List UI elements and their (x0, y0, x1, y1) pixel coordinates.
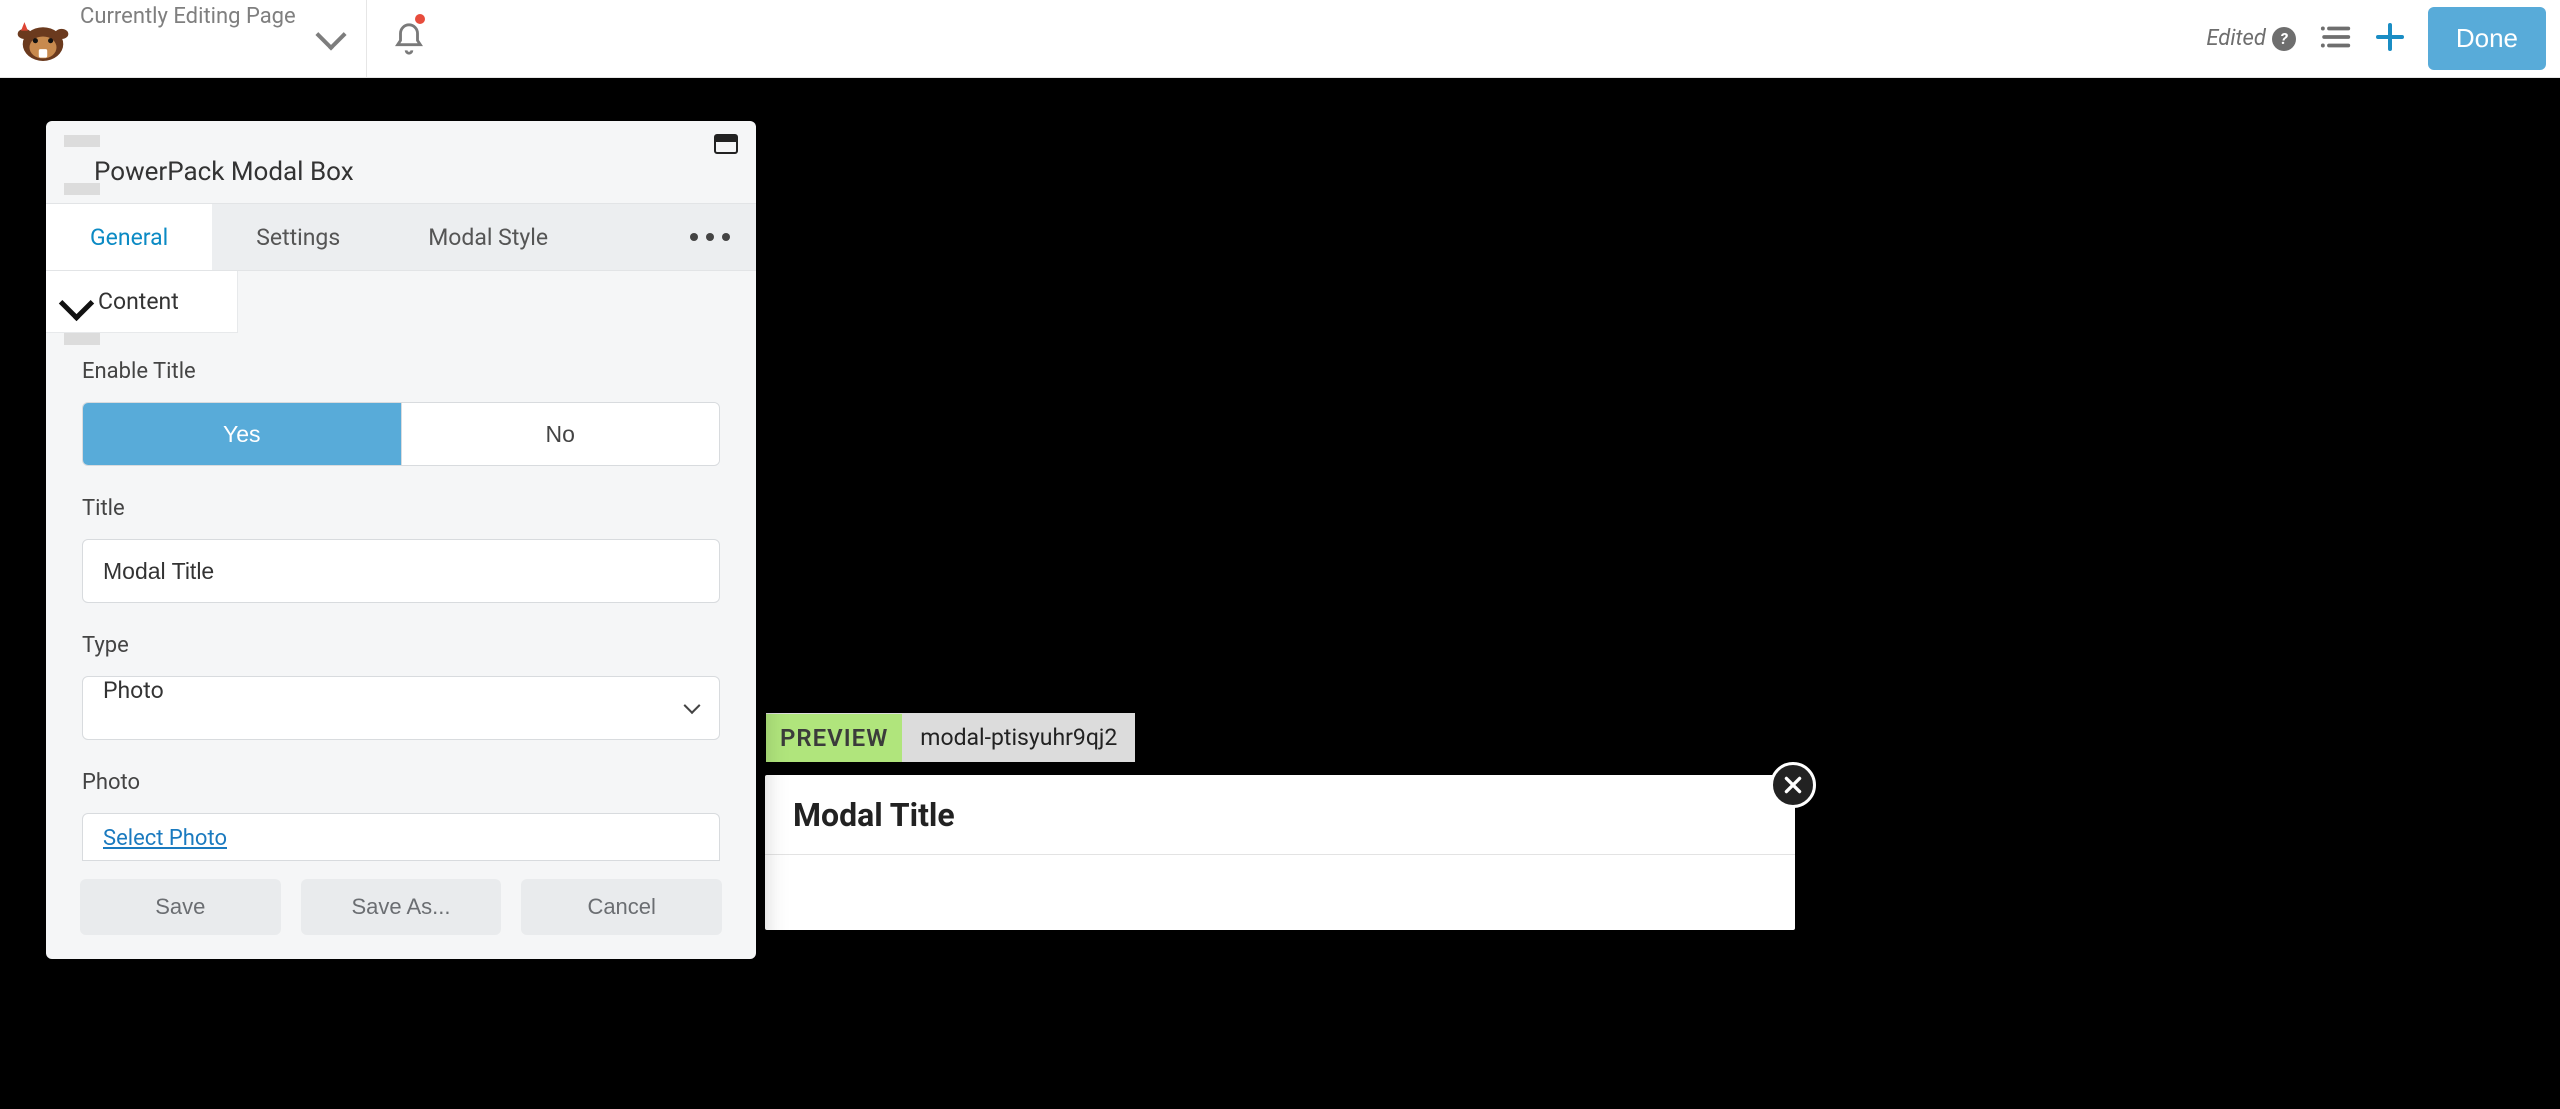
notification-dot-icon (415, 14, 425, 24)
field-label: Type (82, 633, 720, 658)
save-as-button[interactable]: Save As... (301, 879, 502, 935)
drag-handle-icon[interactable] (64, 135, 100, 147)
modal-preview-body (765, 855, 1795, 930)
tab-more-button[interactable] (664, 204, 756, 270)
modal-preview-title: Modal Title (793, 796, 955, 834)
outline-button[interactable] (2318, 20, 2352, 58)
tab-general[interactable]: General (46, 204, 212, 270)
modal-close-button[interactable] (1770, 762, 1816, 808)
page-dropdown-toggle[interactable] (296, 0, 366, 78)
panel-body[interactable]: Enable Title Yes No Title Type Photo Pho… (46, 355, 756, 871)
tab-modal-style[interactable]: Modal Style (384, 204, 592, 270)
panel-actions: Save Save As... Cancel (46, 871, 756, 959)
type-select[interactable]: Photo (82, 676, 720, 740)
preview-badge: PREVIEW (766, 714, 902, 762)
field-label: Photo (82, 770, 720, 795)
section-content-toggle[interactable]: Content (46, 271, 238, 333)
field-photo: Photo Select Photo (82, 770, 720, 861)
field-type: Type Photo (82, 633, 720, 740)
save-button[interactable]: Save (80, 879, 281, 935)
field-title: Title (82, 496, 720, 603)
drag-handle-icon (46, 333, 756, 355)
section-label: Content (98, 288, 179, 315)
enable-title-no[interactable]: No (401, 403, 720, 465)
modal-preview-header: Modal Title (765, 775, 1795, 855)
help-icon[interactable]: ? (2272, 27, 2296, 51)
top-bar-right: Edited ? Done (2206, 0, 2560, 77)
enable-title-toggle: Yes No (82, 402, 720, 466)
tab-settings[interactable]: Settings (212, 204, 384, 270)
panel-header[interactable]: PowerPack Modal Box (46, 121, 756, 203)
panel-tabs: General Settings Modal Style (46, 203, 756, 271)
edited-indicator: Edited ? (2206, 26, 2295, 51)
drag-handle-icon[interactable] (64, 183, 100, 195)
chevron-down-icon (62, 289, 88, 315)
module-settings-panel: PowerPack Modal Box General Settings Mod… (46, 121, 756, 959)
field-label: Enable Title (82, 359, 720, 384)
done-button[interactable]: Done (2428, 7, 2546, 70)
enable-title-yes[interactable]: Yes (83, 403, 401, 465)
modal-preview: Modal Title (765, 775, 1795, 930)
field-enable-title: Enable Title Yes No (82, 359, 720, 466)
top-bar: Currently Editing Page Edited ? (0, 0, 2560, 78)
notifications-button[interactable] (367, 0, 451, 77)
photo-select-box: Select Photo (82, 813, 720, 861)
beaver-logo-icon (14, 14, 72, 64)
preview-id: modal-ptisyuhr9qj2 (902, 724, 1135, 751)
field-label: Title (82, 496, 720, 521)
edited-label: Edited (2206, 26, 2265, 51)
top-bar-left: Currently Editing Page (0, 0, 296, 77)
ellipsis-icon (690, 233, 730, 241)
cancel-button[interactable]: Cancel (521, 879, 722, 935)
select-photo-link[interactable]: Select Photo (103, 826, 227, 851)
preview-tag: PREVIEW modal-ptisyuhr9qj2 (766, 713, 1135, 762)
title-input[interactable] (82, 539, 720, 603)
currently-editing-label: Currently Editing Page (80, 4, 296, 29)
panel-title: PowerPack Modal Box (94, 157, 354, 187)
panel-resize-button[interactable] (714, 133, 738, 159)
add-button[interactable] (2374, 21, 2406, 57)
